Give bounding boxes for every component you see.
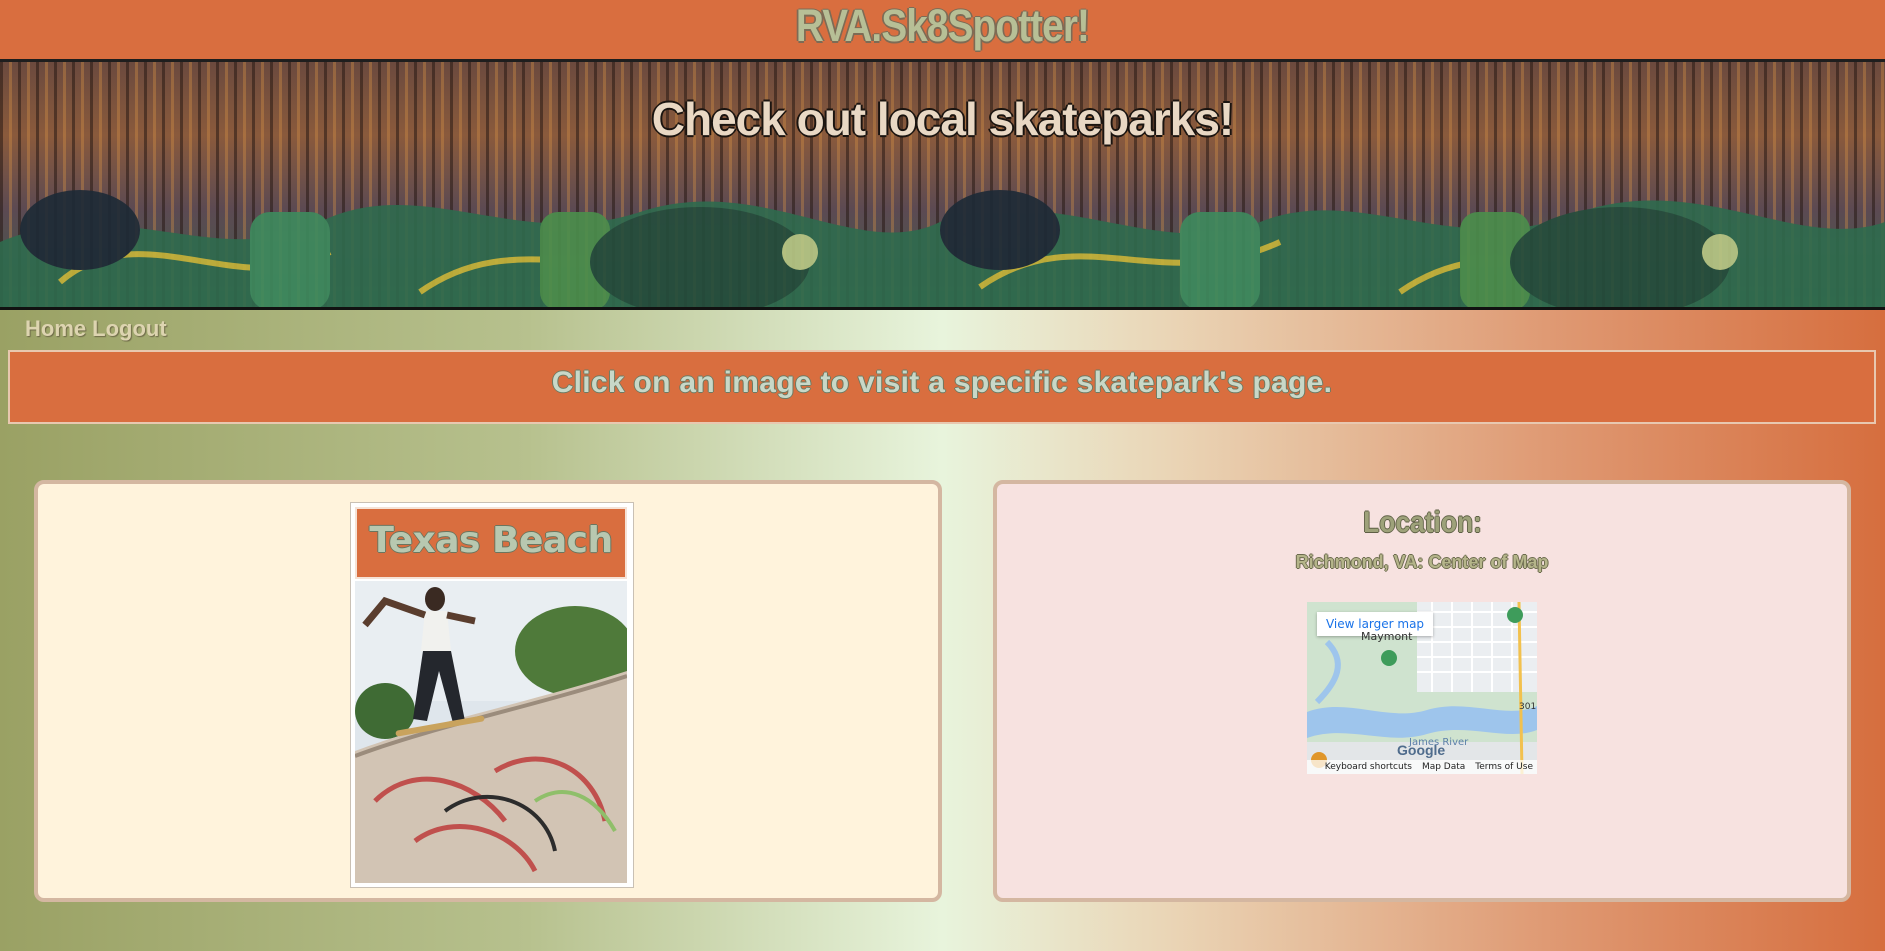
site-header: RVA.Sk8Spotter! [0,0,1885,62]
instruction-banner: Click on an image to visit a specific sk… [8,350,1876,424]
skatepark-title-bar: Texas Beach [355,507,627,579]
map-place-label: Maymont [1361,630,1413,643]
skatepark-card-texas-beach[interactable]: Texas Beach [350,502,634,888]
location-panel: Location: Richmond, VA: Center of Map Vi… [993,480,1851,902]
google-logo: Google [1397,742,1446,758]
main-nav: Home Logout [25,316,173,342]
site-title: RVA.Sk8Spotter! [795,0,1090,51]
instruction-text: Click on an image to visit a specific sk… [551,366,1333,399]
banner-headline: Check out local skateparks! [651,93,1234,145]
keyboard-shortcuts-link[interactable]: Keyboard shortcuts [1325,762,1412,772]
location-subheading: Richmond, VA: Center of Map [1295,552,1549,572]
terms-of-use-link[interactable]: Terms of Use [1475,762,1533,772]
graffiti-banner: Check out local skateparks! [0,62,1885,310]
skatepark-name: Texas Beach [369,520,613,561]
location-heading: Location: [1362,506,1482,539]
map-footer: Keyboard shortcuts Map Data Terms of Use [1307,760,1537,774]
map-data-link[interactable]: Map Data [1422,762,1465,772]
map-highway-label: 301 [1519,702,1537,712]
embedded-map[interactable]: View larger map Maymont 301 James River … [1307,602,1537,774]
nav-home-link[interactable]: Home [25,316,86,341]
skatepark-photo[interactable] [355,581,627,883]
skatepark-panel: Texas Beach [34,480,942,902]
nav-logout-link[interactable]: Logout [92,316,167,341]
